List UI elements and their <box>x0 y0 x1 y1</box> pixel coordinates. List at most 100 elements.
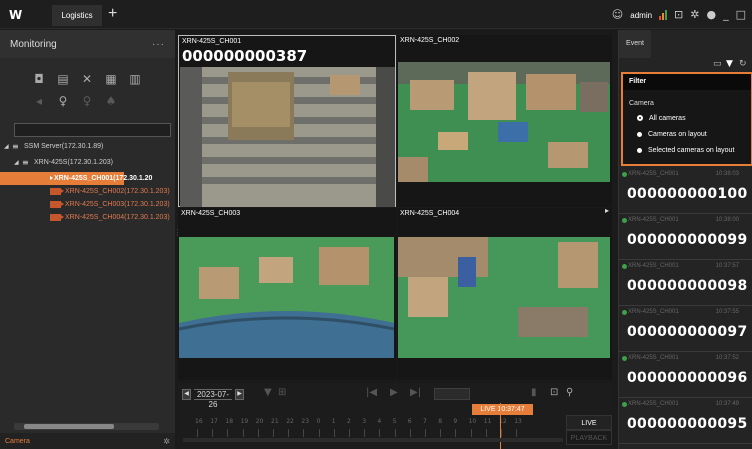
play-icon[interactable]: ▶ <box>390 387 398 398</box>
timeline-hour-label: 13 <box>514 418 522 425</box>
step-forward-icon[interactable]: ▶| <box>410 387 421 398</box>
timeline-hour-tick <box>333 429 335 437</box>
event-item[interactable]: XRN-425S_CH001 10:38:00 000000000099 <box>619 214 752 260</box>
filter-option-all-cameras[interactable]: All cameras <box>623 110 751 126</box>
current-time-marker[interactable] <box>500 403 501 449</box>
timeline-hour-tick <box>364 429 366 437</box>
sidebar-title: Monitoring <box>10 38 57 50</box>
tree-camera-ch003[interactable]: XRN-425S_CH003(172.30.1.203) <box>0 198 175 211</box>
next-date-button[interactable]: ▶ <box>235 388 244 400</box>
user-name[interactable]: admin <box>630 11 652 20</box>
timeline-hour-label: 8 <box>438 418 443 425</box>
refresh-icon[interactable]: ↻ <box>739 59 747 69</box>
filter-option-selected-cameras[interactable]: Selected cameras on layout <box>623 142 751 158</box>
mic-off-icon[interactable]: ♀ <box>80 94 94 108</box>
user-area: ☺ admin ⊡ ✲ ● _ □ <box>612 9 746 21</box>
event-camera: XRN-425S_CH001 <box>628 401 679 407</box>
speed-input[interactable] <box>434 388 470 400</box>
settings-icon[interactable]: ✲ <box>163 437 170 446</box>
tree-camera-ch004[interactable]: XRN-425S_CH004(172.30.1.203) <box>0 211 175 224</box>
expand-icon[interactable]: ◢ <box>4 143 12 150</box>
timeline-hour-tick <box>455 429 457 437</box>
print-icon[interactable]: ▤ <box>56 72 70 86</box>
layout-icon[interactable]: ▦ <box>104 72 118 86</box>
video-tile-ch003[interactable]: XRN-425S_CH003 <box>178 208 396 380</box>
lock-icon[interactable]: ⊡ <box>674 9 683 21</box>
event-time: 10:38:00 <box>715 217 739 223</box>
timeline-hour-label: 17 <box>210 418 218 425</box>
ptz-icon[interactable]: ♠ <box>104 94 118 108</box>
mark-icon[interactable]: ▮ <box>531 387 537 398</box>
step-back-icon[interactable]: |◀ <box>366 387 377 398</box>
tree-device[interactable]: ◢ ≡ XRN-425S(172.30.1.203) <box>0 156 175 169</box>
timeline-hour-label: 22 <box>286 418 294 425</box>
microphone-icon[interactable]: ♀ <box>56 94 70 108</box>
sidebar-scrollbar[interactable] <box>14 423 159 430</box>
alarm-icon[interactable]: ✕ <box>80 72 94 86</box>
filter-option-cameras-on-layout[interactable]: Cameras on layout <box>623 126 751 142</box>
maximize-icon[interactable]: □ <box>736 9 746 21</box>
timeline-hour-tick <box>257 429 259 437</box>
event-camera: XRN-425S_CH001 <box>628 217 679 223</box>
more-options-button[interactable]: ··· <box>152 39 165 50</box>
tree-server[interactable]: ◢ ≡ SSM Server(172.30.1.89) <box>0 140 175 153</box>
event-item[interactable]: XRN-425S_CH001 10:37:52 000000000096 <box>619 352 752 398</box>
add-tab-button[interactable]: + <box>108 5 117 23</box>
minimize-icon[interactable]: _ <box>723 9 729 21</box>
snapshot-icon[interactable]: ⊡ <box>550 387 558 398</box>
radio-icon[interactable] <box>637 147 642 153</box>
expand-icon[interactable]: ◢ <box>14 159 22 166</box>
camera-tab-label[interactable]: Camera <box>5 438 30 445</box>
tab-logistics[interactable]: Logistics <box>52 5 102 26</box>
warehouse-image <box>398 237 610 358</box>
tree-camera-ch001[interactable]: XRN-425S_CH001(172.30.1.20 <box>0 172 152 185</box>
event-item[interactable]: XRN-425S_CH001 10:37:55 000000000097 <box>619 306 752 352</box>
next-page-icon[interactable]: ▸ <box>605 206 609 215</box>
date-display[interactable]: 2023-07-26 <box>194 388 232 409</box>
server-icon: ≡ <box>12 142 19 151</box>
search-icon[interactable]: ⚲ <box>566 387 573 398</box>
tile-camera-name: XRN-425S_CH004 <box>400 210 460 217</box>
timeline-hour-label: 11 <box>483 418 492 425</box>
filter-icon[interactable]: ▼ <box>264 387 272 398</box>
timeline-track[interactable] <box>183 438 563 442</box>
video-tile-ch001[interactable]: XRN-425S_CH001 000000000387 <box>178 35 396 207</box>
prev-date-button[interactable]: ◀ <box>182 388 191 400</box>
tile-camera-name: XRN-425S_CH001 <box>182 38 242 45</box>
info-icon[interactable]: ● <box>706 9 716 21</box>
sidebar-bottom-bar: Camera ✲ <box>0 433 175 449</box>
tile-event-number: 000000000387 <box>182 47 308 65</box>
event-number: 000000000096 <box>627 370 748 386</box>
tree-camera-ch002[interactable]: XRN-425S_CH002(172.30.1.203) <box>0 185 175 198</box>
status-bars-icon[interactable] <box>659 10 668 20</box>
timeline-hour-tick <box>273 429 274 437</box>
speaker-icon[interactable]: ◂ <box>32 94 46 108</box>
device-search-input[interactable] <box>14 123 171 137</box>
video-tile-ch004[interactable]: XRN-425S_CH004 <box>397 208 612 380</box>
timeline-hour-tick <box>440 429 442 437</box>
video-tile-ch002[interactable]: XRN-425S_CH002 <box>397 35 612 207</box>
camera-icon[interactable]: ◘ <box>32 72 46 86</box>
playback-button[interactable]: PLAYBACK <box>566 430 612 445</box>
timeline-hour-tick <box>349 429 350 437</box>
filter-option-label: All cameras <box>649 114 686 122</box>
export-icon[interactable]: ▥ <box>128 72 142 86</box>
user-circle-icon[interactable]: ☺ <box>612 9 623 21</box>
filter-popup: Filter Camera All cameras Cameras on lay… <box>621 72 752 166</box>
event-time: 10:37:52 <box>715 355 739 361</box>
radio-selected-icon[interactable] <box>637 115 643 121</box>
filter-icon[interactable]: ▼ <box>726 59 733 69</box>
gear-icon[interactable]: ✲ <box>690 9 699 21</box>
list-icon[interactable]: ▭ <box>713 59 722 69</box>
event-number: 000000000100 <box>627 186 748 202</box>
event-item[interactable]: XRN-425S_CH001 10:37:57 000000000098 <box>619 260 752 306</box>
event-camera: XRN-425S_CH001 <box>628 309 679 315</box>
tab-event[interactable]: Event <box>619 30 651 58</box>
event-camera: XRN-425S_CH001 <box>628 171 679 177</box>
radio-icon[interactable] <box>637 131 642 137</box>
event-item[interactable]: XRN-425S_CH001 10:38:03 000000000100 <box>619 168 752 214</box>
monitoring-sidebar: Monitoring ··· ◘ ▤ ✕ ▦ ▥ ◂ ♀ ♀ ♠ ◢ ≡ SSM… <box>0 30 175 449</box>
bookmark-icon[interactable]: ⊞ <box>278 387 286 398</box>
event-item[interactable]: XRN-425S_CH001 10:37:49 000000000095 <box>619 398 752 444</box>
live-button[interactable]: LIVE <box>566 415 612 430</box>
